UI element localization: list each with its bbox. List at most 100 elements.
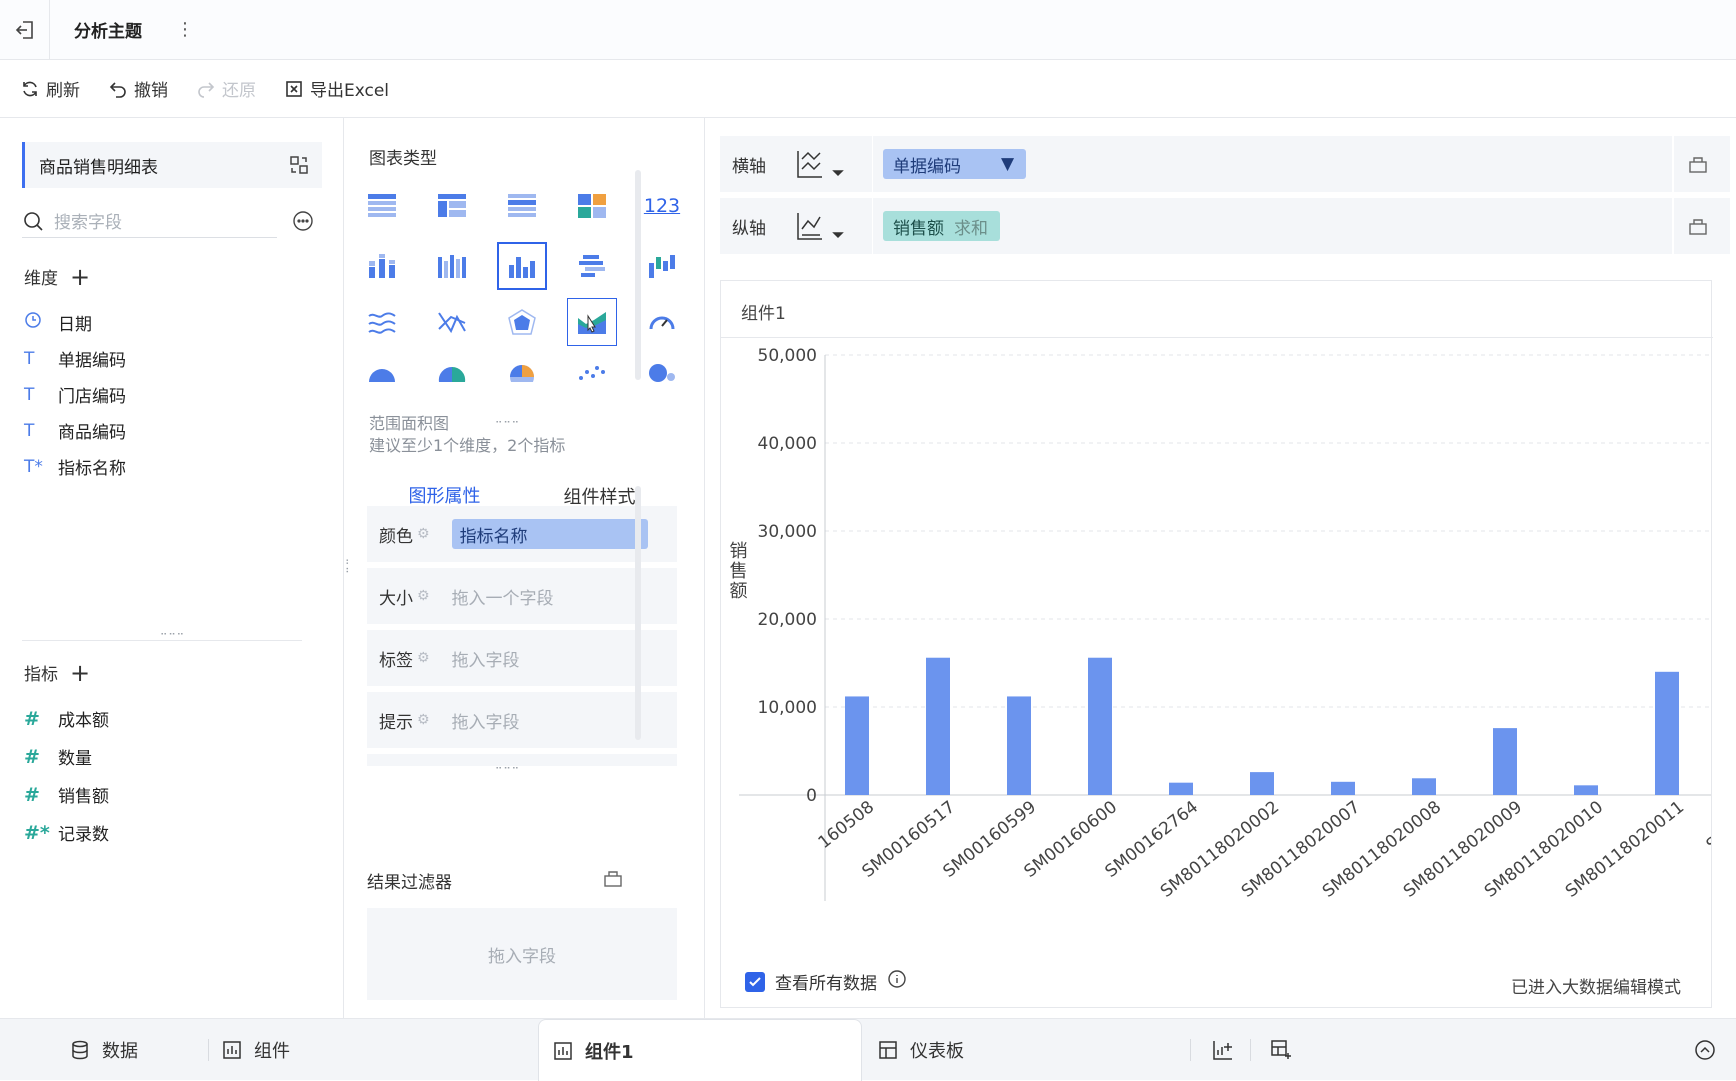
chart-type-range-area[interactable] xyxy=(567,298,617,346)
measure-label: 销售额 xyxy=(58,787,109,807)
gear-icon[interactable]: ⚙ xyxy=(417,588,430,604)
tab-component[interactable]: 组件 xyxy=(222,1019,290,1081)
chart-type-waterfall[interactable] xyxy=(637,242,687,290)
scrollbar[interactable] xyxy=(635,486,641,740)
gear-icon[interactable]: ⚙ xyxy=(417,650,430,666)
result-filter-drop-zone[interactable]: 拖入字段 xyxy=(367,908,677,1000)
exit-icon[interactable] xyxy=(0,0,50,60)
table-icon xyxy=(368,194,396,217)
add-dashboard-icon xyxy=(1271,1040,1291,1059)
x-axis-field-chip[interactable]: 单据编码 ▼ xyxy=(883,149,1027,179)
measure-item[interactable]: # 销售额 xyxy=(24,782,109,808)
resize-handle[interactable]: ⠒⠒⠒ xyxy=(495,764,520,775)
lock-icon[interactable] xyxy=(1672,198,1722,254)
text-star-type-icon: T* xyxy=(24,456,43,477)
database-icon xyxy=(72,1040,88,1060)
chart-type-radar[interactable] xyxy=(497,298,547,346)
dimension-item[interactable]: 日期 xyxy=(24,310,92,335)
more-property[interactable] xyxy=(367,754,677,766)
divider xyxy=(872,136,873,192)
chart-type-rose[interactable] xyxy=(497,348,547,396)
bar xyxy=(1007,696,1031,795)
add-component-button[interactable] xyxy=(1212,1019,1234,1081)
label-property[interactable]: 标签 ⚙ 拖入字段 xyxy=(367,630,677,686)
filter-icon[interactable]: ▼ xyxy=(1001,154,1014,174)
dimension-item[interactable]: T 门店编码 xyxy=(24,382,126,408)
bar xyxy=(1169,782,1193,795)
chart-type-stacked-bar[interactable] xyxy=(357,242,407,290)
switch-dataset-icon[interactable] xyxy=(288,154,310,176)
chart-type-line[interactable] xyxy=(357,298,407,346)
view-all-data-toggle[interactable]: 查看所有数据 xyxy=(745,969,907,994)
y-tick-label: 30,000 xyxy=(758,522,817,542)
chart-type-kpi[interactable]: 123 xyxy=(637,182,687,230)
tab-component1[interactable]: 组件1 xyxy=(538,1019,862,1081)
bar-chart-icon xyxy=(509,257,535,278)
chart-type-grouped-bar[interactable] xyxy=(427,242,477,290)
chart-type-hint: 建议至少1个维度，2个指标 xyxy=(369,436,566,455)
tooltip-property[interactable]: 提示 ⚙ 拖入字段 xyxy=(367,692,677,748)
add-measure-icon[interactable]: + xyxy=(70,661,90,685)
color-property[interactable]: 颜色 ⚙ 指标名称 xyxy=(367,506,677,562)
refresh-icon xyxy=(23,81,37,96)
chart-type-bar[interactable] xyxy=(497,242,547,290)
bar xyxy=(1250,772,1274,795)
chart-type-horizontal-bar[interactable] xyxy=(567,242,617,290)
chart-type-gauge[interactable] xyxy=(637,298,687,346)
measure-item[interactable]: #* 记录数 xyxy=(24,820,109,846)
chart-type-scatter[interactable] xyxy=(567,348,617,396)
redo-icon xyxy=(198,81,215,98)
divider xyxy=(1190,1039,1191,1061)
measure-item[interactable]: # 数量 xyxy=(24,744,92,770)
aggregation-label[interactable]: 求和 xyxy=(954,214,988,239)
dataset-selector[interactable]: 商品销售明细表 xyxy=(22,142,322,188)
add-chart-icon xyxy=(1213,1041,1232,1060)
dimension-item[interactable]: T 商品编码 xyxy=(24,418,126,444)
lock-icon[interactable] xyxy=(603,868,623,888)
tab-data[interactable]: 数据 xyxy=(70,1019,138,1081)
add-dimension-icon[interactable]: + xyxy=(70,265,90,289)
measure-item[interactable]: # 成本额 xyxy=(24,706,109,732)
color-field-chip[interactable]: 指标名称 xyxy=(451,519,648,549)
label-drop-zone[interactable]: 拖入字段 xyxy=(452,646,520,671)
measure-header: 指标 + xyxy=(24,660,90,686)
collapse-up-icon[interactable] xyxy=(1694,1019,1716,1081)
tab-label: 仪表板 xyxy=(910,1041,964,1062)
more-vertical-icon[interactable]: ⋮ xyxy=(176,19,194,40)
chart-type-pivot[interactable] xyxy=(427,182,477,230)
info-icon[interactable] xyxy=(887,969,907,994)
grouped-bar-icon xyxy=(438,255,466,278)
gear-icon[interactable]: ⚙ xyxy=(417,526,430,542)
gear-icon[interactable]: ⚙ xyxy=(417,712,430,728)
chart-type-table[interactable] xyxy=(357,182,407,230)
scrollbar[interactable] xyxy=(635,170,641,380)
divider xyxy=(208,1039,209,1061)
add-dashboard-button[interactable] xyxy=(1270,1019,1292,1081)
size-drop-zone[interactable]: 拖入一个字段 xyxy=(452,584,554,609)
chart-type-pie[interactable] xyxy=(427,348,477,396)
dimension-item[interactable]: T* 指标名称 xyxy=(24,454,126,480)
y-axis-field-chip[interactable]: 销售额 求和 xyxy=(883,211,1000,241)
redo-button[interactable]: 还原 xyxy=(196,76,256,101)
size-property[interactable]: 大小 ⚙ 拖入一个字段 xyxy=(367,568,677,624)
refresh-button[interactable]: 刷新 xyxy=(20,76,80,101)
export-excel-button[interactable]: 导出Excel xyxy=(284,76,389,101)
y-axis-ticks: 0 10,000 20,000 30,000 40,000 50,000 xyxy=(758,346,817,806)
tab-dashboard[interactable]: 仪表板 xyxy=(878,1019,964,1081)
chart-type-bubble[interactable] xyxy=(637,348,687,396)
x-axis-type-icon[interactable] xyxy=(794,149,864,179)
resize-handle[interactable]: ⠒⠒⠒ xyxy=(495,418,520,429)
lock-icon[interactable] xyxy=(1672,136,1722,192)
chart-type-treemap[interactable] xyxy=(567,182,617,230)
checkbox[interactable] xyxy=(745,971,765,992)
chart-type-detail-table[interactable] xyxy=(497,182,547,230)
tooltip-drop-zone[interactable]: 拖入字段 xyxy=(452,708,520,733)
more-options-icon[interactable] xyxy=(292,210,314,232)
undo-button[interactable]: 撤销 xyxy=(108,76,168,101)
chart-type-parallel[interactable] xyxy=(427,298,477,346)
field-search-input[interactable]: 搜索字段 xyxy=(22,204,277,238)
dimension-item[interactable]: T 单据编码 xyxy=(24,346,126,372)
component-title[interactable]: 组件1 xyxy=(741,299,786,324)
chart-type-half-pie[interactable] xyxy=(357,348,407,396)
y-axis-type-icon[interactable] xyxy=(794,211,864,241)
